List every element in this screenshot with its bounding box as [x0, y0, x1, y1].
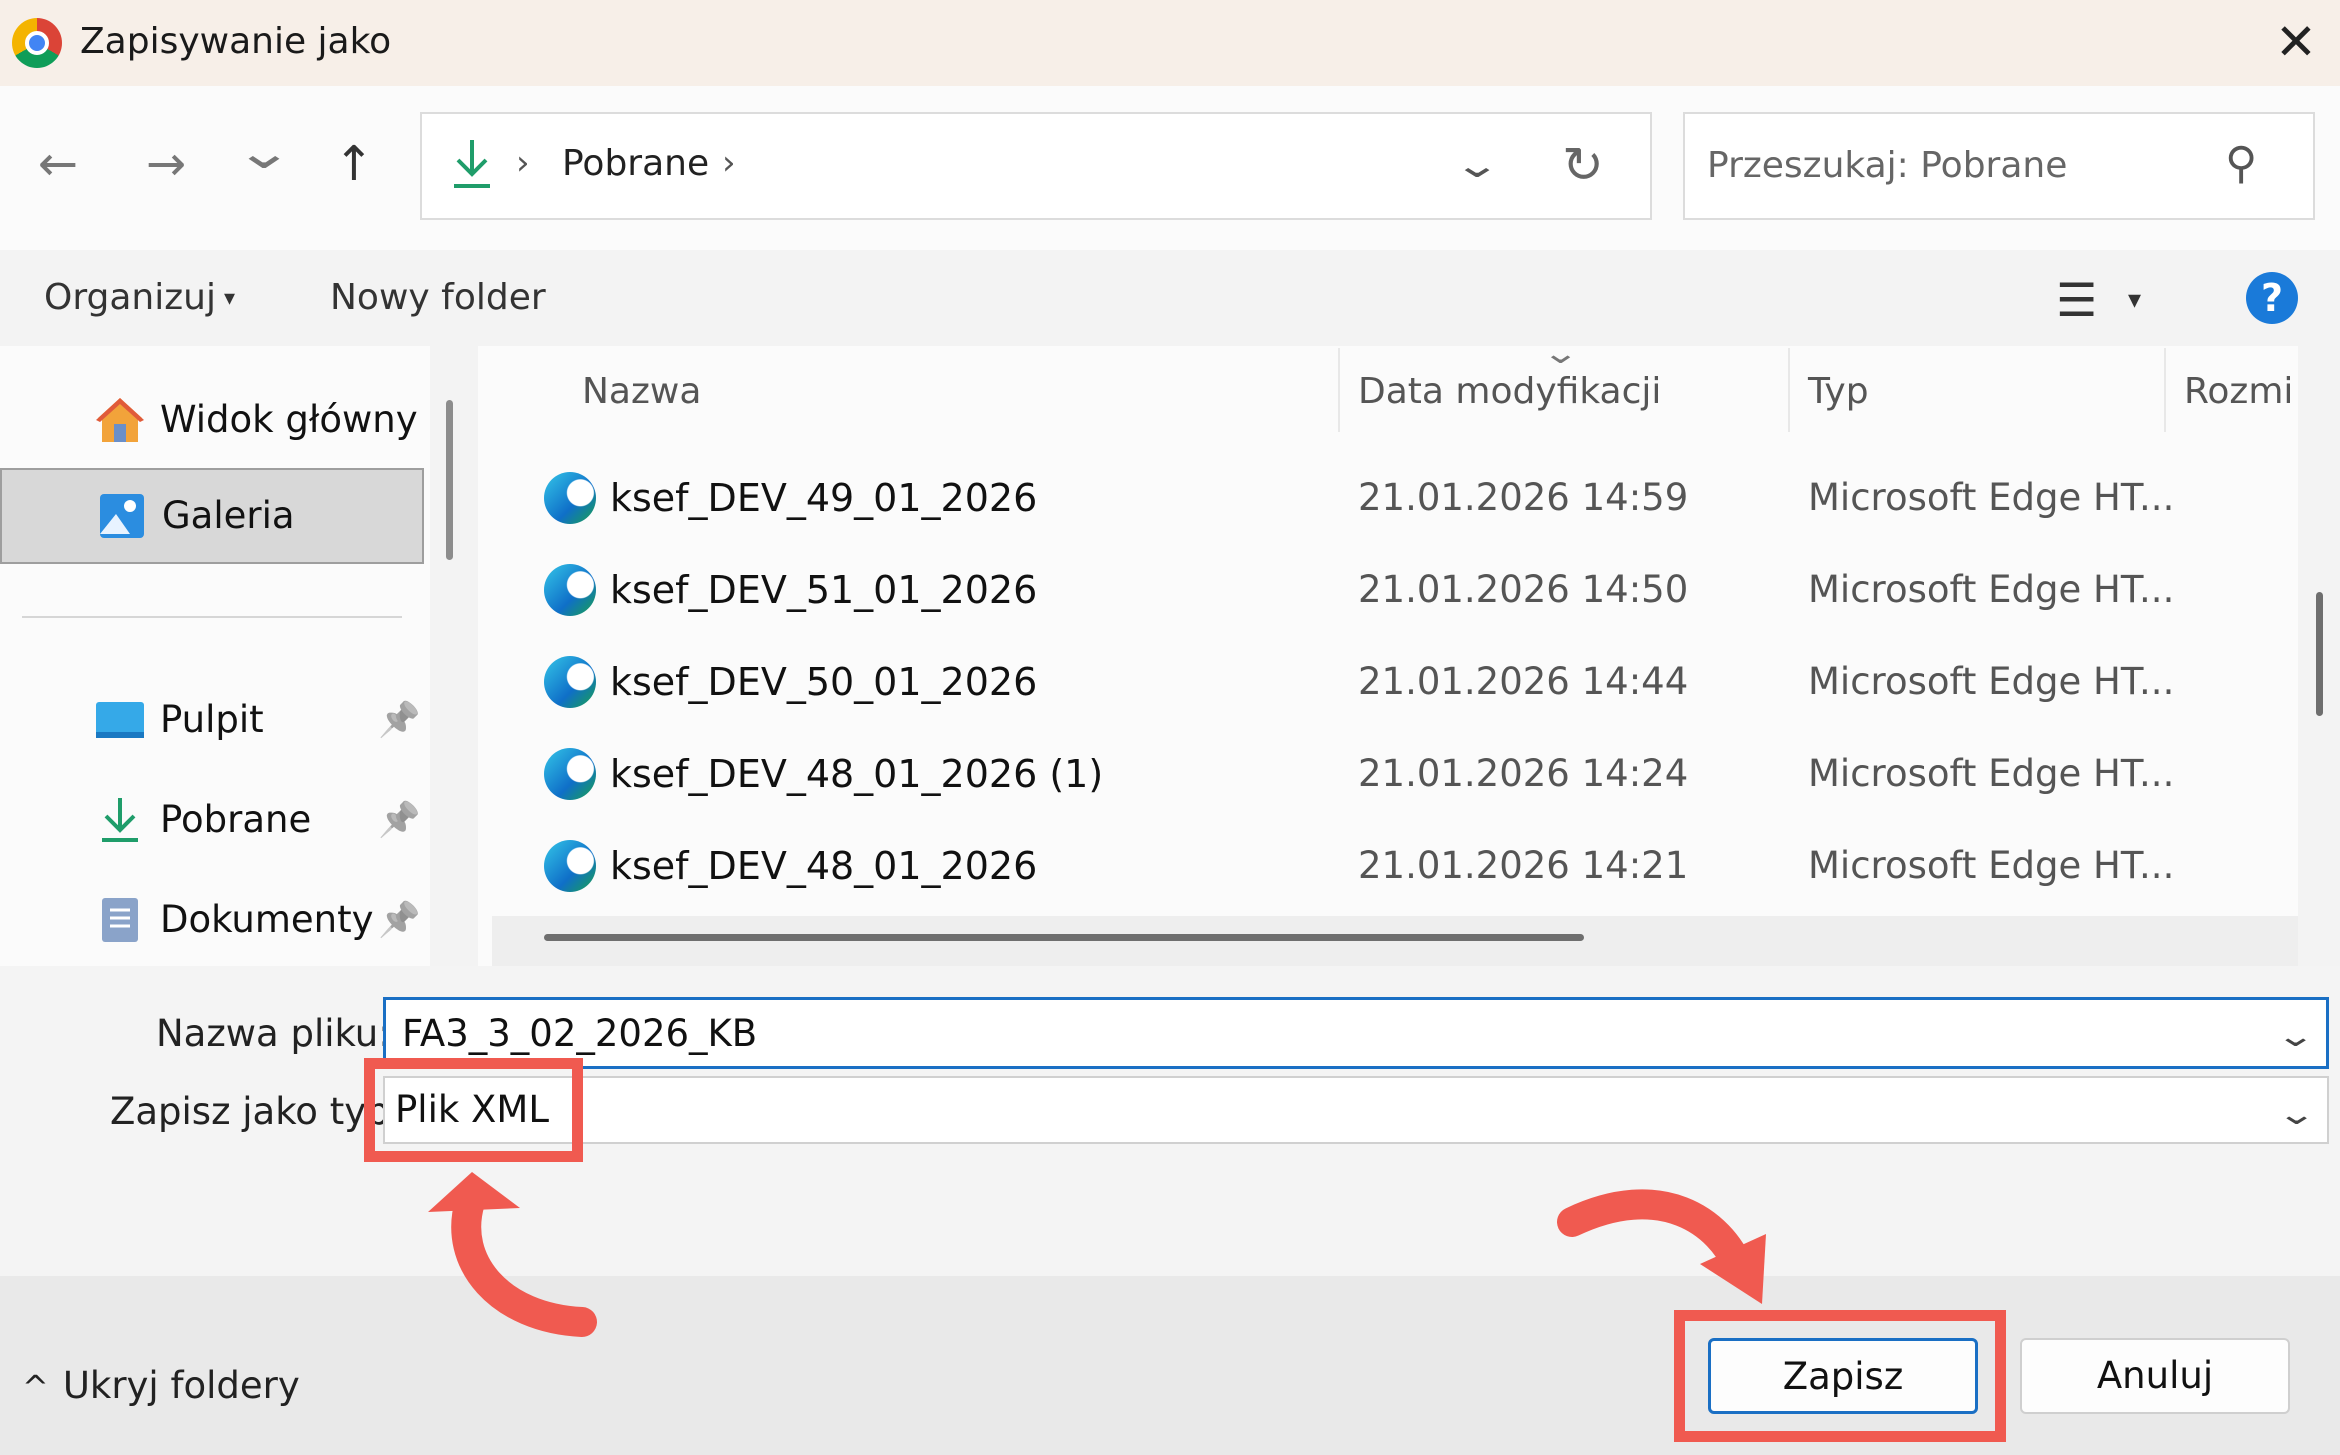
download-icon — [102, 798, 138, 842]
download-icon — [454, 140, 490, 188]
highlight-box-file-type — [364, 1058, 583, 1162]
edge-file-icon — [544, 748, 596, 800]
file-date: 21.01.2026 14:50 — [1358, 568, 1689, 611]
sidebar-item-label: Dokumenty — [160, 898, 374, 941]
sidebar-scrollbar[interactable] — [446, 400, 453, 560]
refresh-icon[interactable]: ↻ — [1562, 130, 1604, 200]
sidebar-item-label: Galeria — [162, 494, 295, 537]
address-bar[interactable]: › Pobrane › ⌄ ↻ — [420, 112, 1652, 220]
highlight-box-save-button — [1674, 1310, 2006, 1442]
file-type: Microsoft Edge HT... — [1808, 844, 2175, 887]
help-icon[interactable]: ? — [2246, 272, 2298, 324]
title-bar: Zapisywanie jako ✕ — [0, 0, 2340, 86]
pin-icon[interactable]: 📌 — [378, 798, 420, 842]
chevron-down-icon[interactable]: ⌄ — [2276, 1090, 2316, 1140]
new-folder-button[interactable]: Nowy folder — [330, 270, 546, 326]
column-divider[interactable] — [1338, 348, 1340, 432]
chrome-icon — [12, 18, 62, 68]
file-row[interactable]: ksef_DEV_51_01_2026 21.01.2026 14:50 Mic… — [478, 544, 2298, 636]
file-type: Microsoft Edge HT... — [1808, 568, 2175, 611]
navigation-pane: Widok główny Galeria Pulpit 📌 Pobrane 📌 … — [0, 346, 430, 966]
file-name: ksef_DEV_48_01_2026 (1) — [610, 752, 1104, 796]
organize-button[interactable]: Organizuj ▾ — [44, 270, 235, 327]
file-name: ksef_DEV_51_01_2026 — [610, 568, 1038, 612]
file-date: 21.01.2026 14:44 — [1358, 660, 1689, 703]
file-list: ⌄ Nazwa Data modyfikacji Typ Rozmi ksef_… — [478, 346, 2298, 966]
forward-arrow-icon[interactable]: → — [136, 134, 196, 194]
sidebar-item-label: Widok główny — [160, 398, 418, 441]
view-options-caret-icon[interactable]: ▾ — [2128, 280, 2141, 320]
search-box[interactable]: Przeszukaj: Pobrane ⚲ — [1683, 112, 2315, 220]
column-divider[interactable] — [2164, 348, 2166, 432]
edge-file-icon — [544, 564, 596, 616]
edge-file-icon — [544, 472, 596, 524]
recent-locations-chevron-icon[interactable]: ⌄ — [219, 122, 309, 182]
cancel-button[interactable]: Anuluj — [2020, 1338, 2290, 1414]
file-date: 21.01.2026 14:21 — [1358, 844, 1689, 887]
file-date: 21.01.2026 14:59 — [1358, 476, 1689, 519]
gallery-icon — [100, 494, 144, 538]
file-name: ksef_DEV_50_01_2026 — [610, 660, 1038, 704]
horizontal-scrollbar-thumb[interactable] — [544, 934, 1584, 941]
save-type-label: Zapisz jako typ: — [110, 1090, 403, 1133]
organize-label: Organizuj — [44, 277, 216, 318]
breadcrumb-separator: › — [516, 143, 530, 183]
sidebar-divider — [22, 616, 402, 618]
hide-folders-label: Ukryj foldery — [62, 1364, 300, 1407]
sidebar-item-desktop[interactable]: Pulpit 📌 — [0, 672, 424, 768]
caret-down-icon: ▾ — [223, 286, 235, 311]
edge-file-icon — [544, 840, 596, 892]
save-as-dialog: Zapisywanie jako ✕ ← → ⌄ ↑ › Pobrane › ⌄… — [0, 0, 2340, 1455]
column-header-name[interactable]: Nazwa — [582, 366, 701, 418]
sidebar-item-gallery[interactable]: Galeria — [0, 468, 424, 564]
breadcrumb-pobrane[interactable]: Pobrane — [562, 140, 709, 188]
file-date: 21.01.2026 14:24 — [1358, 752, 1689, 795]
file-row[interactable]: ksef_DEV_50_01_2026 21.01.2026 14:44 Mic… — [478, 636, 2298, 728]
file-name: ksef_DEV_49_01_2026 — [610, 476, 1038, 520]
sidebar-item-documents[interactable]: Dokumenty 📌 — [0, 872, 424, 966]
desktop-icon — [96, 702, 144, 738]
column-header-type[interactable]: Typ — [1808, 366, 1869, 418]
file-row[interactable]: ksef_DEV_48_01_2026 (1) 21.01.2026 14:24… — [478, 728, 2298, 820]
sidebar-item-label: Pobrane — [160, 798, 312, 841]
file-row[interactable]: ksef_DEV_49_01_2026 21.01.2026 14:59 Mic… — [478, 452, 2298, 544]
hide-folders-button[interactable]: ^ Ukryj foldery — [22, 1358, 300, 1415]
pin-icon[interactable]: 📌 — [378, 898, 420, 942]
column-header-size[interactable]: Rozmi — [2184, 366, 2293, 418]
horizontal-scrollbar-track[interactable] — [492, 916, 2298, 966]
search-icon[interactable]: ⚲ — [2225, 134, 2257, 194]
view-list-icon[interactable]: ☰ — [2056, 272, 2097, 328]
file-row[interactable]: ksef_DEV_48_01_2026 21.01.2026 14:21 Mic… — [478, 820, 2298, 912]
search-input[interactable]: Przeszukaj: Pobrane — [1707, 142, 2067, 190]
file-type: Microsoft Edge HT... — [1808, 752, 2175, 795]
filename-label: Nazwa pliku: — [156, 1012, 391, 1055]
file-type: Microsoft Edge HT... — [1808, 660, 2175, 703]
save-type-select[interactable]: Plik XML ⌄ — [383, 1076, 2329, 1144]
breadcrumb-separator[interactable]: › — [722, 138, 736, 188]
address-dropdown-icon[interactable]: ⌄ — [1453, 136, 1501, 196]
column-header-date[interactable]: Data modyfikacji — [1358, 366, 1661, 418]
vertical-scrollbar-thumb[interactable] — [2316, 592, 2323, 716]
filename-input[interactable]: FA3_3_02_2026_KB — [402, 1008, 757, 1060]
column-divider[interactable] — [1788, 348, 1790, 432]
sidebar-item-downloads[interactable]: Pobrane 📌 — [0, 772, 424, 868]
sidebar-item-home[interactable]: Widok główny — [0, 372, 424, 468]
chevron-up-icon: ^ — [22, 1368, 49, 1406]
filename-field[interactable]: FA3_3_02_2026_KB ⌄ — [383, 997, 2329, 1069]
file-name: ksef_DEV_48_01_2026 — [610, 844, 1038, 888]
pin-icon[interactable]: 📌 — [378, 698, 420, 742]
edge-file-icon — [544, 656, 596, 708]
close-button[interactable]: ✕ — [2266, 14, 2326, 70]
documents-icon — [102, 898, 138, 942]
up-arrow-icon[interactable]: ↑ — [324, 134, 384, 194]
chevron-down-icon[interactable]: ⌄ — [2275, 1012, 2315, 1062]
back-arrow-icon[interactable]: ← — [28, 134, 88, 194]
file-type: Microsoft Edge HT... — [1808, 476, 2175, 519]
window-title: Zapisywanie jako — [80, 21, 392, 62]
sidebar-item-label: Pulpit — [160, 698, 264, 741]
home-icon — [96, 398, 144, 442]
